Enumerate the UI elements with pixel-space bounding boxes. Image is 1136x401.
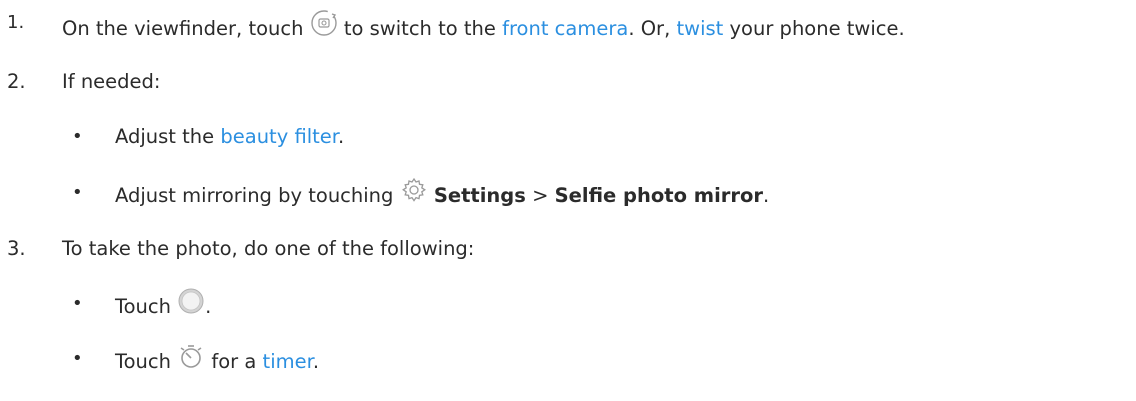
beauty-filter-link[interactable]: beauty filter <box>220 125 338 148</box>
bullet-text-part: Touch <box>115 350 171 373</box>
step-1-text: On the viewfinder, touch to switch to th… <box>62 9 905 48</box>
bullet: • <box>72 182 83 203</box>
step-text: . Or, <box>628 17 671 40</box>
step-number: 2. <box>7 70 26 93</box>
front-camera-link[interactable]: front camera <box>502 17 628 40</box>
selfie-photo-mirror-label: Selfie photo mirror <box>554 184 764 207</box>
bullet-text-part: . <box>205 295 212 318</box>
step-3-text: To take the photo, do one of the followi… <box>62 237 475 260</box>
bullet-text: Touch . <box>115 287 212 326</box>
bullet: • <box>72 348 83 369</box>
bullet-text-part: . <box>338 125 345 148</box>
settings-label: Settings <box>433 184 526 207</box>
bullet: • <box>72 293 83 314</box>
bullet-text-part: Adjust the <box>115 125 215 148</box>
settings-gear-icon <box>400 176 428 213</box>
switch-camera-icon <box>310 9 338 46</box>
bullet-text-part: Touch <box>115 295 171 318</box>
bullet-text-part: Adjust mirroring by touching <box>115 184 394 207</box>
step-number: 3. <box>7 237 26 260</box>
bullet-text: Touch for a timer. <box>115 344 319 381</box>
bullet-text: Adjust mirroring by touching Settings > … <box>115 176 770 215</box>
twist-link[interactable]: twist <box>676 17 723 40</box>
step-text: On the viewfinder, touch <box>62 17 304 40</box>
step-2-text: If needed: <box>62 70 161 93</box>
bullet-text-part: . <box>312 350 320 373</box>
timer-link[interactable]: timer <box>263 350 313 373</box>
timer-icon <box>177 342 205 379</box>
step-number: 1. <box>7 12 25 33</box>
step-text: your phone twice. <box>729 17 905 40</box>
bullet-text-part: for a <box>211 350 257 373</box>
bullet: • <box>72 126 83 147</box>
bullet-text-part: . <box>763 184 770 207</box>
bullet-text: Adjust the beauty filter. <box>115 122 344 152</box>
shutter-button-icon <box>177 287 205 324</box>
separator: > <box>532 184 549 207</box>
step-text: to switch to the <box>343 17 496 40</box>
